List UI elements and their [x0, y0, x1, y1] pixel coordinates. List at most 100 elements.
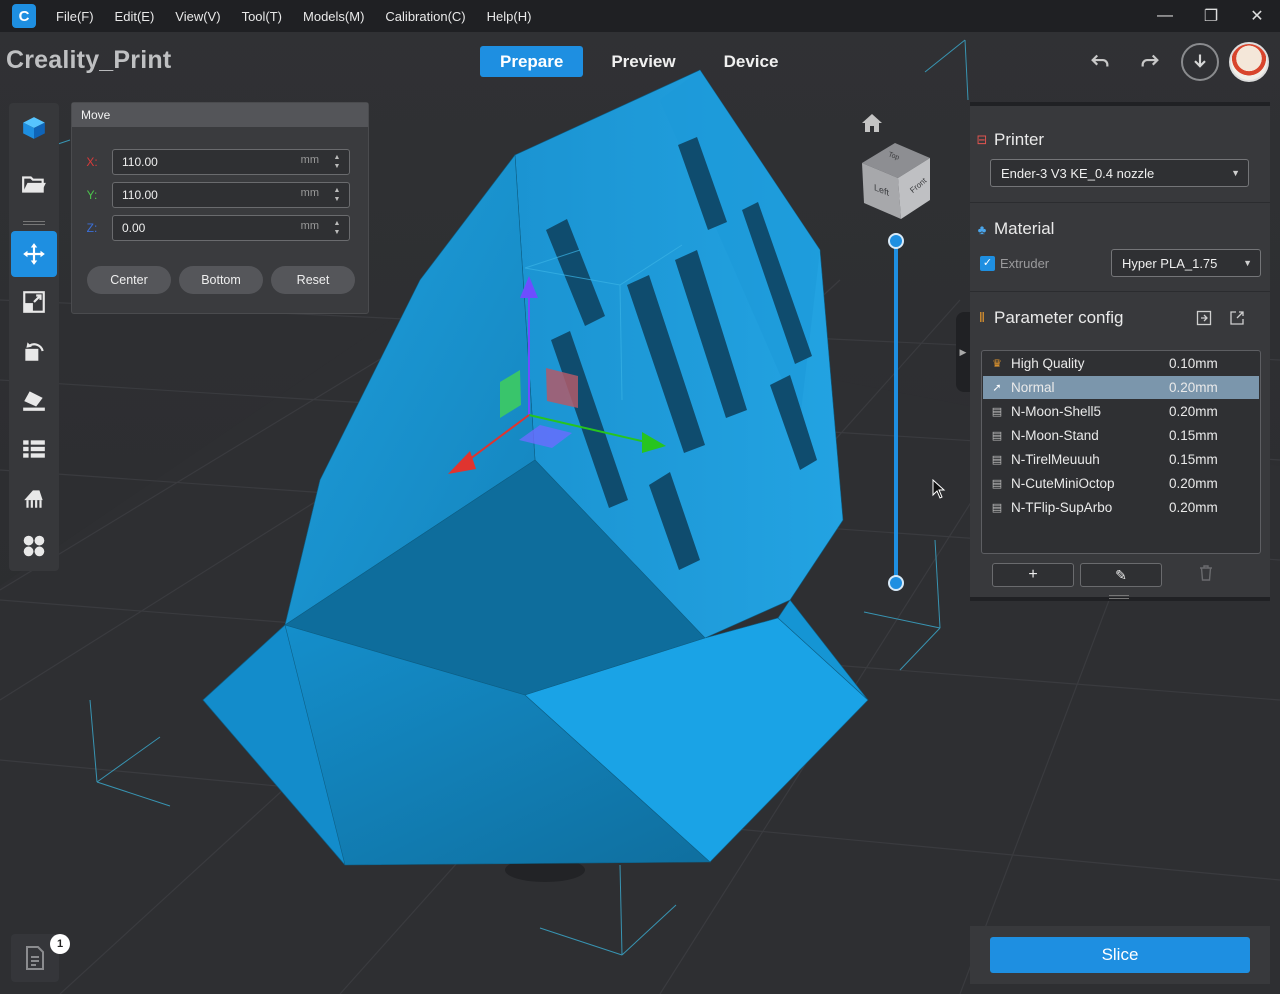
- printer-select[interactable]: Ender-3 V3 KE_0.4 nozzle ▼: [990, 159, 1249, 187]
- menu-tool[interactable]: Tool(T): [242, 9, 282, 24]
- preset-value: 0.10mm: [1169, 356, 1218, 371]
- preset-value: 0.15mm: [1169, 452, 1218, 467]
- menu-help[interactable]: Help(H): [487, 9, 532, 24]
- file-icon: ▤: [991, 502, 1003, 514]
- rotate-icon[interactable]: [11, 328, 57, 374]
- preset-list: ♛ High Quality 0.10mm ➚ Normal 0.20mm ▤ …: [981, 350, 1261, 554]
- panel-resize-grip[interactable]: [1109, 595, 1129, 599]
- cube-icon[interactable]: [11, 105, 57, 151]
- scale-icon[interactable]: [11, 279, 57, 325]
- tab-device[interactable]: Device: [704, 46, 799, 77]
- reset-button[interactable]: Reset: [271, 266, 355, 294]
- lay-flat-icon[interactable]: [11, 377, 57, 423]
- support-icon[interactable]: [11, 475, 57, 521]
- z-axis-label: Z:: [86, 221, 98, 235]
- preset-row[interactable]: ▤ N-Moon-Shell5 0.20mm: [983, 400, 1259, 423]
- slice-button[interactable]: Slice: [990, 937, 1250, 973]
- list-icon[interactable]: [11, 426, 57, 472]
- y-stepper[interactable]: ▲ ▼: [331, 186, 343, 204]
- main-tabs: Prepare Preview Device: [480, 46, 806, 77]
- move-icon[interactable]: [11, 231, 57, 277]
- rocket-icon: ➚: [992, 382, 1002, 394]
- material-select[interactable]: Hyper PLA_1.75 ▼: [1111, 249, 1261, 277]
- menu-calibration[interactable]: Calibration(C): [385, 9, 465, 24]
- preset-row[interactable]: ▤ N-TFlip-SupArbo 0.20mm: [983, 496, 1259, 519]
- divider: [970, 202, 1270, 203]
- home-view-icon[interactable]: [860, 111, 884, 135]
- sliders-icon: ⦀: [979, 310, 985, 325]
- app-window: C File(F) Edit(E) View(V) Tool(T) Models…: [0, 0, 1280, 994]
- preset-value: 0.20mm: [1169, 500, 1218, 515]
- material-section-header: ♣ Material: [970, 219, 1055, 239]
- y-unit: mm: [300, 187, 319, 199]
- download-icon[interactable]: [1181, 43, 1219, 81]
- z-field[interactable]: 0.00 mm ▲ ▼: [112, 215, 350, 241]
- menu-file[interactable]: File(F): [56, 9, 94, 24]
- preset-row-selected[interactable]: ➚ Normal 0.20mm: [983, 376, 1259, 399]
- undo-icon[interactable]: [1085, 46, 1115, 76]
- crown-icon: ♛: [992, 358, 1002, 370]
- menu-view[interactable]: View(V): [175, 9, 220, 24]
- file-icon: ▤: [991, 454, 1003, 466]
- parameter-config-header: ⦀ Parameter config: [970, 308, 1123, 328]
- tab-preview[interactable]: Preview: [591, 46, 695, 77]
- arrange-icon[interactable]: [11, 523, 57, 569]
- menu-models[interactable]: Models(M): [303, 9, 364, 24]
- printer-icon: ⊟: [976, 132, 988, 147]
- restore-button[interactable]: ❐: [1188, 0, 1234, 32]
- file-icon: ▤: [991, 406, 1003, 418]
- preset-row[interactable]: ▤ N-Moon-Stand 0.15mm: [983, 424, 1259, 447]
- x-field[interactable]: 110.00 mm ▲ ▼: [112, 149, 350, 175]
- edit-preset-button[interactable]: ✎: [1080, 563, 1162, 587]
- bottom-button[interactable]: Bottom: [179, 266, 263, 294]
- export-icon[interactable]: [1229, 310, 1245, 326]
- material-selected: Hyper PLA_1.75: [1122, 255, 1218, 271]
- menu-edit[interactable]: Edit(E): [115, 9, 155, 24]
- minimize-button[interactable]: —: [1142, 0, 1188, 32]
- delete-preset-button[interactable]: [1199, 565, 1213, 584]
- panel-collapse-handle[interactable]: ▶: [956, 312, 970, 392]
- mouse-cursor-icon: [932, 479, 946, 499]
- preset-name: Normal: [1011, 380, 1055, 395]
- z-stepper[interactable]: ▲ ▼: [331, 219, 343, 237]
- divider: [970, 291, 1270, 292]
- add-preset-button[interactable]: +: [992, 563, 1074, 587]
- object-count-badge: 1: [50, 934, 70, 954]
- toolbar-grip: [23, 221, 45, 225]
- preset-name: N-TFlip-SupArbo: [1011, 500, 1113, 515]
- layer-slider-bottom-handle[interactable]: [888, 575, 904, 591]
- preset-row[interactable]: ♛ High Quality 0.10mm: [983, 352, 1259, 375]
- move-actions: Center Bottom Reset: [87, 266, 363, 294]
- close-button[interactable]: ✕: [1234, 0, 1280, 32]
- layer-slider-top-handle[interactable]: [888, 233, 904, 249]
- extruder-checkbox[interactable]: ✓: [980, 256, 995, 271]
- x-axis-label: X:: [86, 155, 98, 169]
- redo-icon[interactable]: [1135, 46, 1165, 76]
- avatar[interactable]: [1229, 42, 1269, 82]
- chevron-down-icon: ▼: [1243, 258, 1252, 268]
- preset-name: N-CuteMiniOctop: [1011, 476, 1115, 491]
- center-button[interactable]: Center: [87, 266, 171, 294]
- layer-slider-track[interactable]: [894, 241, 898, 583]
- title-bar: C File(F) Edit(E) View(V) Tool(T) Models…: [0, 0, 1280, 32]
- x-stepper[interactable]: ▲ ▼: [331, 153, 343, 171]
- window-controls: — ❐ ✕: [1142, 0, 1280, 32]
- material-section-title: Material: [994, 219, 1055, 238]
- tab-prepare[interactable]: Prepare: [480, 46, 584, 77]
- preset-row[interactable]: ▤ N-TirelMeuuuh 0.15mm: [983, 448, 1259, 471]
- z-unit: mm: [300, 220, 319, 232]
- preset-name: High Quality: [1011, 356, 1085, 371]
- chevron-down-icon: ▼: [1231, 168, 1240, 178]
- left-toolbar: [9, 103, 59, 571]
- preset-row[interactable]: ▤ N-CuteMiniOctop 0.20mm: [983, 472, 1259, 495]
- preset-name: N-Moon-Stand: [1011, 428, 1099, 443]
- z-value: 0.00: [122, 221, 146, 235]
- preset-value: 0.20mm: [1169, 476, 1218, 491]
- y-field-row: Y: 110.00 mm ▲ ▼: [72, 182, 350, 208]
- preset-value: 0.15mm: [1169, 428, 1218, 443]
- open-folder-icon[interactable]: [11, 161, 57, 207]
- y-field[interactable]: 110.00 mm ▲ ▼: [112, 182, 350, 208]
- z-field-row: Z: 0.00 mm ▲ ▼: [72, 215, 350, 241]
- file-icon: ▤: [991, 478, 1003, 490]
- import-icon[interactable]: [1196, 310, 1212, 326]
